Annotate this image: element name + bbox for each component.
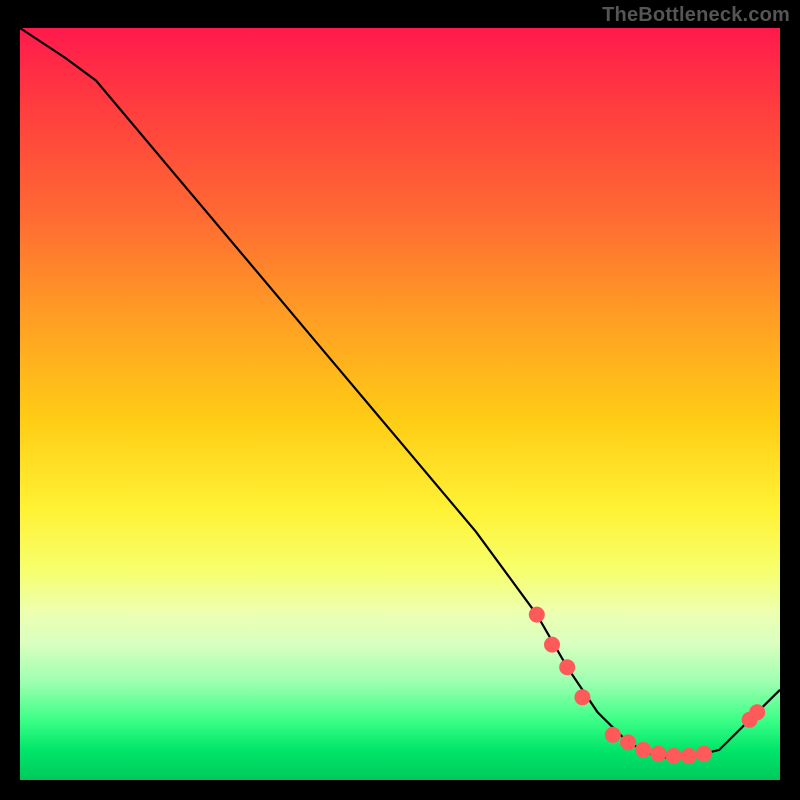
curve-marker xyxy=(605,727,621,743)
chart-container: TheBottleneck.com xyxy=(0,0,800,800)
curve-marker xyxy=(544,637,560,653)
curve-marker xyxy=(681,748,697,764)
curve-marker xyxy=(529,607,545,623)
curve-marker xyxy=(620,734,636,750)
watermark-text: TheBottleneck.com xyxy=(602,4,790,27)
curve-marker xyxy=(749,704,765,720)
curve-marker xyxy=(574,689,590,705)
curve-layer xyxy=(20,28,780,780)
plot-area xyxy=(20,28,780,780)
bottleneck-curve xyxy=(20,28,780,757)
curve-marker xyxy=(650,746,666,762)
curve-marker xyxy=(696,746,712,762)
curve-marker xyxy=(559,659,575,675)
curve-marker xyxy=(635,742,651,758)
curve-marker xyxy=(666,748,682,764)
